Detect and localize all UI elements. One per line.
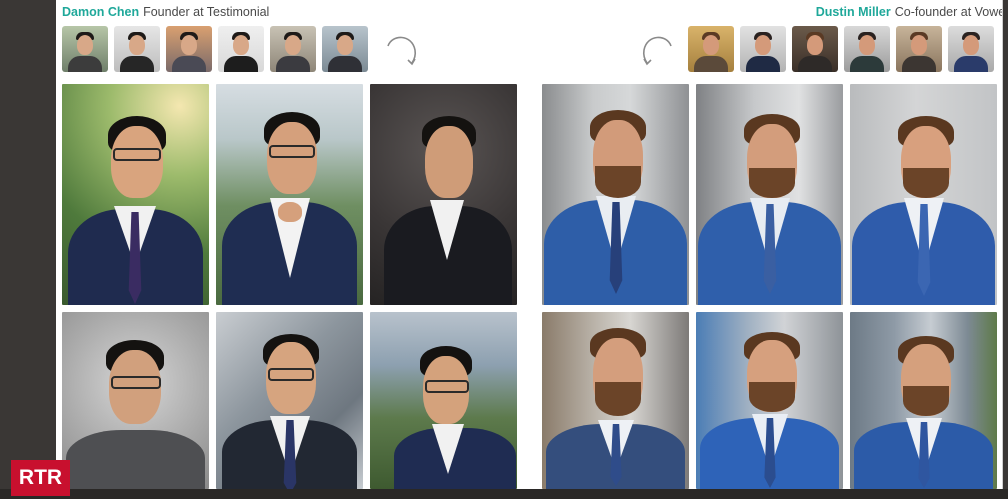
input-thumbnail [270,26,316,72]
input-thumbnail [114,26,160,72]
generated-headshot [850,312,997,489]
input-thumbnail [844,26,890,72]
curved-arrow-icon [642,36,672,66]
generated-headshot [696,84,843,305]
input-thumbnail [740,26,786,72]
watermark-logo: RTR [11,460,70,496]
input-thumbnail [322,26,368,72]
generated-headshot [370,84,517,305]
input-thumbnail [948,26,994,72]
right-person-header: Dustin Miller Co-founder at Vowel [815,4,1003,20]
generated-headshot [696,312,843,489]
right-input-thumbnails [688,26,994,72]
left-person-name: Damon Chen [62,5,140,19]
right-person-role: Co-founder at Vowel [894,5,1003,19]
generated-headshot [216,84,363,305]
generated-headshot [542,84,689,305]
input-thumbnail [62,26,108,72]
input-thumbnail [218,26,264,72]
generated-headshot [62,84,209,305]
right-person-name: Dustin Miller [815,5,891,19]
bottom-bar [0,489,1008,499]
input-thumbnail [792,26,838,72]
left-person-header: Damon Chen Founder at Testimonial [62,4,269,20]
input-thumbnail [896,26,942,72]
generated-headshot [542,312,689,489]
input-thumbnail [688,26,734,72]
generated-headshot [62,312,209,489]
comparison-panel: Damon Chen Founder at Testimonial Dustin … [56,0,1003,489]
generated-headshot [850,84,997,305]
left-person-role: Founder at Testimonial [143,5,270,19]
generated-headshot [216,312,363,489]
input-thumbnail [166,26,212,72]
generated-headshot [370,312,517,489]
left-input-thumbnails [62,26,368,72]
curved-arrow-icon [387,36,417,66]
